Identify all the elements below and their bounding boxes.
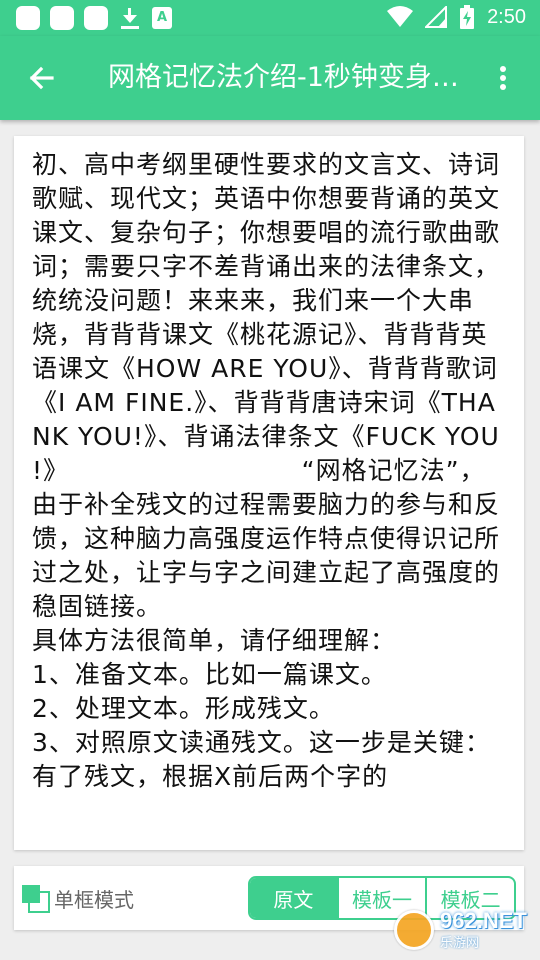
watermark-text: 962.NET	[440, 907, 527, 933]
app-icon	[16, 6, 40, 30]
more-vertical-icon[interactable]	[488, 58, 518, 98]
page-title: 网格记忆法介绍-1秒钟变身学霸	[108, 62, 460, 93]
status-bar: A 2:50	[0, 0, 540, 36]
app-icon	[84, 6, 108, 30]
system-icons: 2:50	[387, 5, 526, 29]
single-box-mode-label: 单框模式	[54, 887, 134, 912]
app-bar: 网格记忆法介绍-1秒钟变身学霸	[0, 36, 540, 120]
a-icon: A	[152, 7, 172, 29]
battery-charging-icon	[460, 5, 475, 29]
checkbox-icon[interactable]	[22, 885, 50, 913]
notification-icons: A	[16, 6, 172, 30]
tab-original[interactable]: 原文	[250, 878, 337, 918]
arrow-left-icon[interactable]	[22, 58, 62, 98]
signal-icon	[425, 6, 448, 28]
watermark-subtext: 乐游网	[440, 935, 480, 951]
watermark-logo: 962.NET 乐游网	[394, 906, 534, 954]
article-text: 初、高中考纲里硬性要求的文言文、诗词歌赋、现代文；英语中你想要背诵的英文课文、复…	[32, 150, 501, 791]
app-icon	[50, 6, 74, 30]
wifi-icon	[387, 6, 414, 27]
download-icon	[118, 6, 142, 30]
content-card[interactable]: 初、高中考纲里硬性要求的文言文、诗词歌赋、现代文；英语中你想要背诵的英文课文、复…	[14, 136, 524, 850]
clock: 2:50	[487, 5, 526, 28]
single-box-mode-toggle[interactable]: 单框模式	[22, 882, 134, 914]
watermark-circle-icon	[394, 910, 434, 950]
